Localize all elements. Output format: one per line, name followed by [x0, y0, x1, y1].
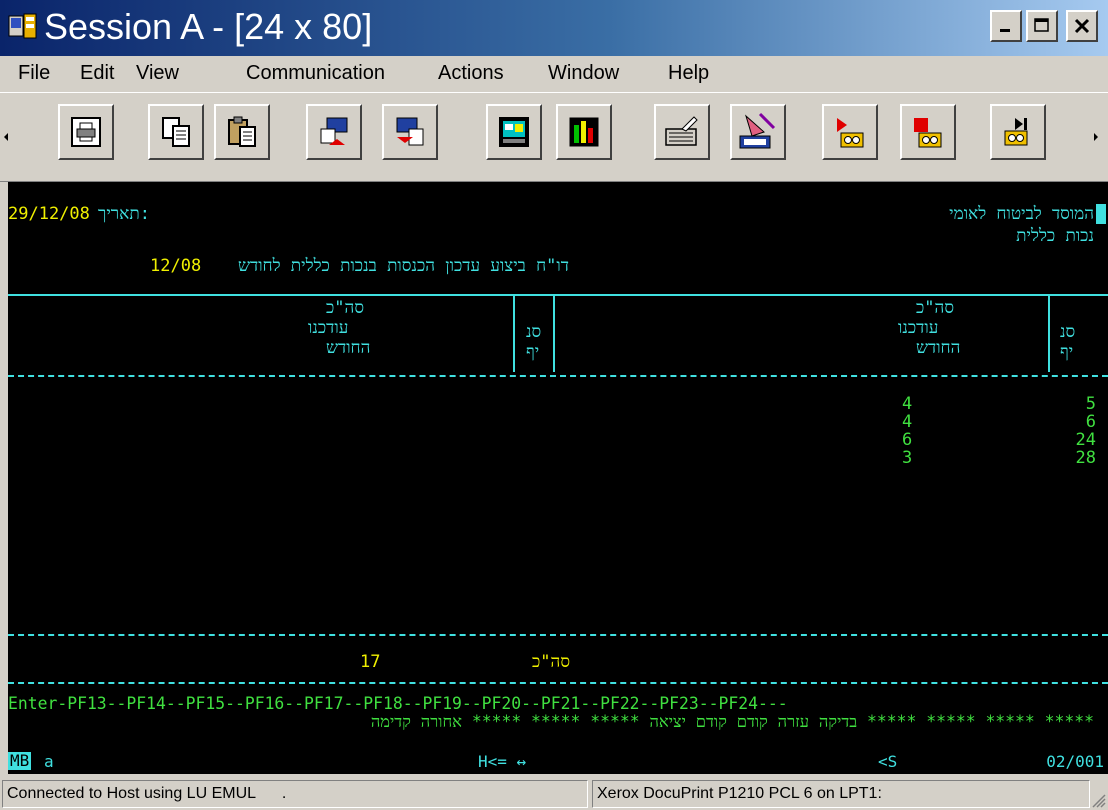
connection-status-panel: Connected to Host using LU EMUL . — [2, 780, 588, 808]
menu-view[interactable]: View — [136, 61, 179, 85]
oia-insert: H<= ↔ — [478, 752, 527, 771]
table-bottom-dashes — [8, 634, 1108, 636]
report-date-value: 29/12/08 — [8, 204, 90, 224]
stop-macro-icon — [914, 118, 942, 148]
status-bar: Connected to Host using LU EMUL . Xerox … — [0, 774, 1108, 810]
record-macro-icon — [837, 118, 864, 148]
macro-wizard-button[interactable] — [730, 104, 786, 160]
column-divider-right — [1048, 296, 1050, 372]
copy-button[interactable] — [148, 104, 204, 160]
col-left-total-line2: עודכנו — [308, 318, 349, 338]
table-top-dashes — [8, 375, 1108, 377]
keyboard-map-button[interactable] — [654, 104, 710, 160]
column-divider-mid — [553, 296, 555, 372]
menu-actions[interactable]: Actions — [438, 61, 504, 85]
connection-status: Connected to Host using LU EMUL — [7, 785, 256, 802]
copy-icon — [162, 117, 190, 147]
display-setup-icon — [499, 117, 529, 147]
col-right-total-line1: סה"כ — [916, 298, 954, 318]
org-name: המוסד לביטוח לאומי — [949, 204, 1094, 224]
menu-communication[interactable]: Communication — [246, 61, 385, 85]
table-row-branch: 24 — [1075, 430, 1096, 450]
report-date-label: תאריך: — [98, 204, 150, 224]
table-row-branch: 6 — [1085, 412, 1096, 432]
toolbar-scroll-left[interactable] — [0, 113, 12, 161]
table-row-updated: 3 — [902, 448, 913, 468]
col-left-branch-line1: סנ — [526, 322, 542, 342]
table-row-updated: 6 — [902, 430, 913, 450]
col-right-branch-line1: סנ — [1060, 322, 1076, 342]
paste-button[interactable] — [214, 104, 270, 160]
department-name: נכות כללית — [1016, 226, 1094, 246]
arrow-left-icon — [4, 133, 8, 141]
oia-cursor-position: 02/001 — [1046, 752, 1104, 771]
stop-macro-button[interactable] — [900, 104, 956, 160]
maximize-icon — [1034, 18, 1049, 32]
color-map-button[interactable] — [556, 104, 612, 160]
menu-file[interactable]: File — [18, 61, 50, 85]
title-bar[interactable]: Session A - [24 x 80] — [0, 0, 1108, 56]
table-row-branch: 5 — [1085, 394, 1096, 414]
print-screen-button[interactable] — [58, 104, 114, 160]
oia-mode: MB — [8, 751, 32, 770]
cursor-block — [1096, 204, 1106, 224]
terminal-screen[interactable]: 29/12/08 תאריך: המוסד לביטוח לאומי נכות … — [8, 182, 1108, 750]
printer-status-panel: Xerox DocuPrint P1210 PCL 6 on LPT1: — [592, 780, 1090, 808]
col-left-total-line3: החודש — [326, 338, 371, 358]
print-screen-icon — [71, 117, 101, 147]
record-macro-button[interactable] — [822, 104, 878, 160]
column-divider-left — [513, 296, 515, 372]
col-left-total-line1: סה"כ — [326, 298, 364, 318]
col-right-total-line3: החודש — [916, 338, 961, 358]
maximize-button[interactable] — [1026, 10, 1058, 42]
col-right-branch-line2: יף — [1060, 342, 1074, 362]
col-left-branch-line2: יף — [526, 342, 540, 362]
keyboard-map-icon — [665, 116, 698, 146]
printer-status: Xerox DocuPrint P1210 PCL 6 on LPT1: — [597, 785, 882, 802]
macro-wizard-icon — [739, 112, 776, 149]
grand-total-label: סה"כ — [532, 652, 570, 672]
send-file-icon — [320, 117, 348, 145]
menu-bar: File Edit View Communication Actions Win… — [0, 56, 1108, 92]
send-file-button[interactable] — [306, 104, 362, 160]
minimize-button[interactable] — [990, 10, 1022, 42]
window-title: Session A - [24 x 80] — [44, 6, 373, 47]
oia-session: a — [44, 752, 54, 771]
paste-icon — [228, 116, 256, 147]
play-macro-button[interactable] — [990, 104, 1046, 160]
menu-window[interactable]: Window — [548, 61, 619, 85]
oia-shift: <S — [878, 752, 898, 771]
table-row-updated: 4 — [902, 412, 913, 432]
report-title: דו"ח ביצוע עדכון הכנסות בנכות כללית לחוד… — [238, 256, 569, 276]
menu-help[interactable]: Help — [668, 61, 709, 85]
play-macro-icon — [1004, 118, 1028, 146]
receive-file-icon — [396, 117, 424, 146]
resize-grip-icon[interactable] — [1090, 792, 1106, 808]
operator-info-area: MB a H<= ↔ <S 02/001 — [8, 750, 1108, 774]
toolbar — [0, 92, 1108, 182]
display-setup-button[interactable] — [486, 104, 542, 160]
minimize-icon — [1000, 29, 1010, 32]
table-row-branch: 28 — [1075, 448, 1096, 468]
report-month: 12/08 — [150, 256, 202, 276]
receive-file-button[interactable] — [382, 104, 438, 160]
color-map-icon — [569, 117, 599, 147]
table-row-updated: 4 — [902, 394, 913, 414]
pcomm-app-icon[interactable] — [8, 12, 38, 42]
pf-keys-line: Enter-PF13--PF14--PF15--PF16--PF17--PF18… — [8, 694, 788, 713]
status-dot: . — [281, 785, 287, 802]
grand-total-value: 17 — [360, 652, 381, 672]
header-separator — [8, 294, 1108, 296]
close-button[interactable] — [1066, 10, 1098, 42]
pf-labels-line: בדיקה עזרה קודם קודם יציאה ***** ***** *… — [370, 712, 1094, 731]
arrow-right-icon — [1094, 133, 1098, 141]
toolbar-scroll-right[interactable] — [1090, 113, 1102, 161]
col-right-total-line2: עודכנו — [898, 318, 939, 338]
menu-edit[interactable]: Edit — [80, 61, 114, 85]
footer-dashes — [8, 682, 1108, 684]
close-icon — [1074, 18, 1090, 34]
